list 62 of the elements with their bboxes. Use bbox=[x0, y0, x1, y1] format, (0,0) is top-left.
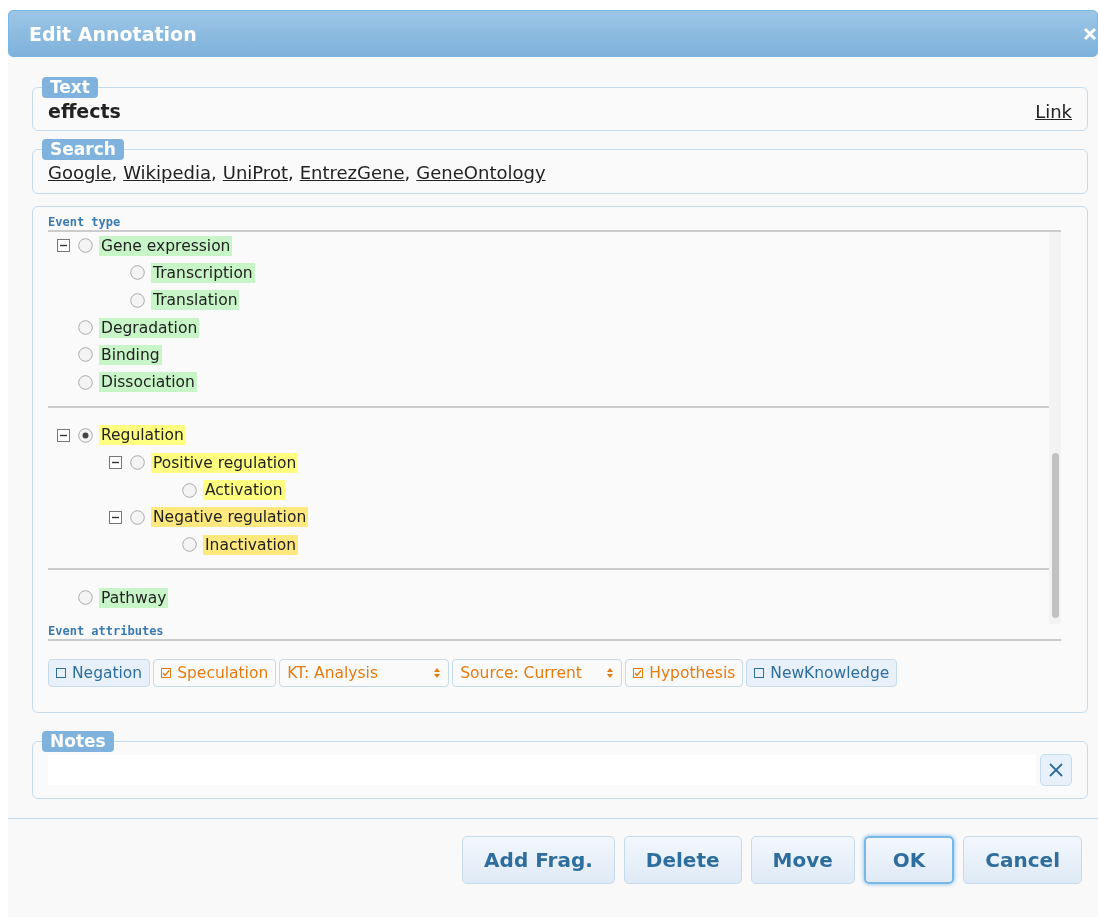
radio-button[interactable] bbox=[130, 265, 145, 281]
event-type-label[interactable]: Gene expression bbox=[99, 235, 233, 256]
search-link[interactable]: EntrezGene bbox=[299, 162, 405, 183]
scrollbar[interactable] bbox=[1049, 232, 1061, 624]
collapse-icon[interactable] bbox=[56, 239, 70, 253]
close-icon[interactable] bbox=[1083, 26, 1097, 41]
clear-button[interactable] bbox=[1040, 754, 1072, 786]
separator: , bbox=[404, 162, 411, 183]
search-link[interactable]: Wikipedia bbox=[123, 162, 211, 183]
section-heading: Event type bbox=[48, 215, 1061, 232]
event-type-label[interactable]: Inactivation bbox=[203, 534, 299, 555]
event-type-label[interactable]: Transcription bbox=[151, 262, 255, 283]
up-down-arrows-icon bbox=[433, 667, 442, 679]
event-type-label[interactable]: Positive regulation bbox=[151, 452, 299, 473]
search-link[interactable]: GeneOntology bbox=[416, 162, 546, 183]
radio-button[interactable] bbox=[78, 374, 93, 390]
radio-button[interactable] bbox=[78, 347, 93, 363]
section-legend: Search bbox=[42, 139, 124, 160]
event-type-label[interactable]: Degradation bbox=[99, 317, 200, 338]
dialog-title: Edit Annotation bbox=[29, 22, 198, 45]
close-icon bbox=[1048, 762, 1064, 778]
radio-button[interactable] bbox=[182, 482, 197, 498]
attribute-toggle[interactable]: Negation bbox=[48, 659, 151, 687]
event-type-label[interactable]: Translation bbox=[151, 290, 240, 311]
collapse-icon[interactable] bbox=[56, 428, 70, 442]
checkbox-icon bbox=[161, 668, 172, 678]
collapse-icon[interactable] bbox=[108, 510, 122, 524]
radio-button[interactable] bbox=[182, 537, 197, 553]
dialog-button[interactable]: Add Frag. bbox=[462, 836, 615, 884]
separator: , bbox=[211, 162, 217, 183]
section-legend: Text bbox=[42, 77, 98, 98]
event-type-label[interactable]: Pathway bbox=[99, 587, 169, 608]
attribute-toggle[interactable]: NewKnowledge bbox=[746, 659, 898, 687]
dialog-button[interactable]: Cancel bbox=[963, 836, 1082, 884]
radio-button[interactable] bbox=[78, 590, 93, 606]
dialog-button[interactable]: Move bbox=[750, 836, 855, 884]
separator: , bbox=[111, 162, 118, 183]
checkbox-icon bbox=[633, 668, 644, 678]
checkbox-icon bbox=[754, 668, 765, 678]
up-down-arrows-icon bbox=[606, 667, 615, 679]
radio-button[interactable] bbox=[130, 509, 145, 525]
event-type-label[interactable]: Negative regulation bbox=[151, 507, 309, 528]
radio-button[interactable] bbox=[130, 455, 145, 471]
radio-button[interactable] bbox=[130, 292, 145, 308]
search-link[interactable]: Google bbox=[48, 162, 112, 183]
link[interactable]: Link bbox=[1035, 100, 1072, 122]
event-type-label[interactable]: Dissociation bbox=[99, 372, 197, 393]
search-link[interactable]: UniProt bbox=[222, 162, 288, 183]
dialog-button[interactable]: OK bbox=[863, 836, 955, 884]
event-type-label[interactable]: Regulation bbox=[99, 425, 186, 446]
section-legend: Notes bbox=[42, 731, 114, 752]
checkbox-icon bbox=[56, 668, 66, 678]
annotation-text: effects bbox=[48, 100, 122, 122]
separator: , bbox=[287, 162, 294, 183]
radio-button[interactable] bbox=[78, 427, 93, 443]
radio-button[interactable] bbox=[78, 320, 93, 336]
dialog-button[interactable]: Delete bbox=[623, 836, 742, 884]
event-type-label[interactable]: Activation bbox=[203, 480, 285, 500]
collapse-icon[interactable] bbox=[108, 456, 122, 470]
section-heading: Event attributes bbox=[48, 624, 1061, 641]
event-type-label[interactable]: Binding bbox=[99, 344, 162, 365]
radio-button[interactable] bbox=[78, 238, 93, 254]
